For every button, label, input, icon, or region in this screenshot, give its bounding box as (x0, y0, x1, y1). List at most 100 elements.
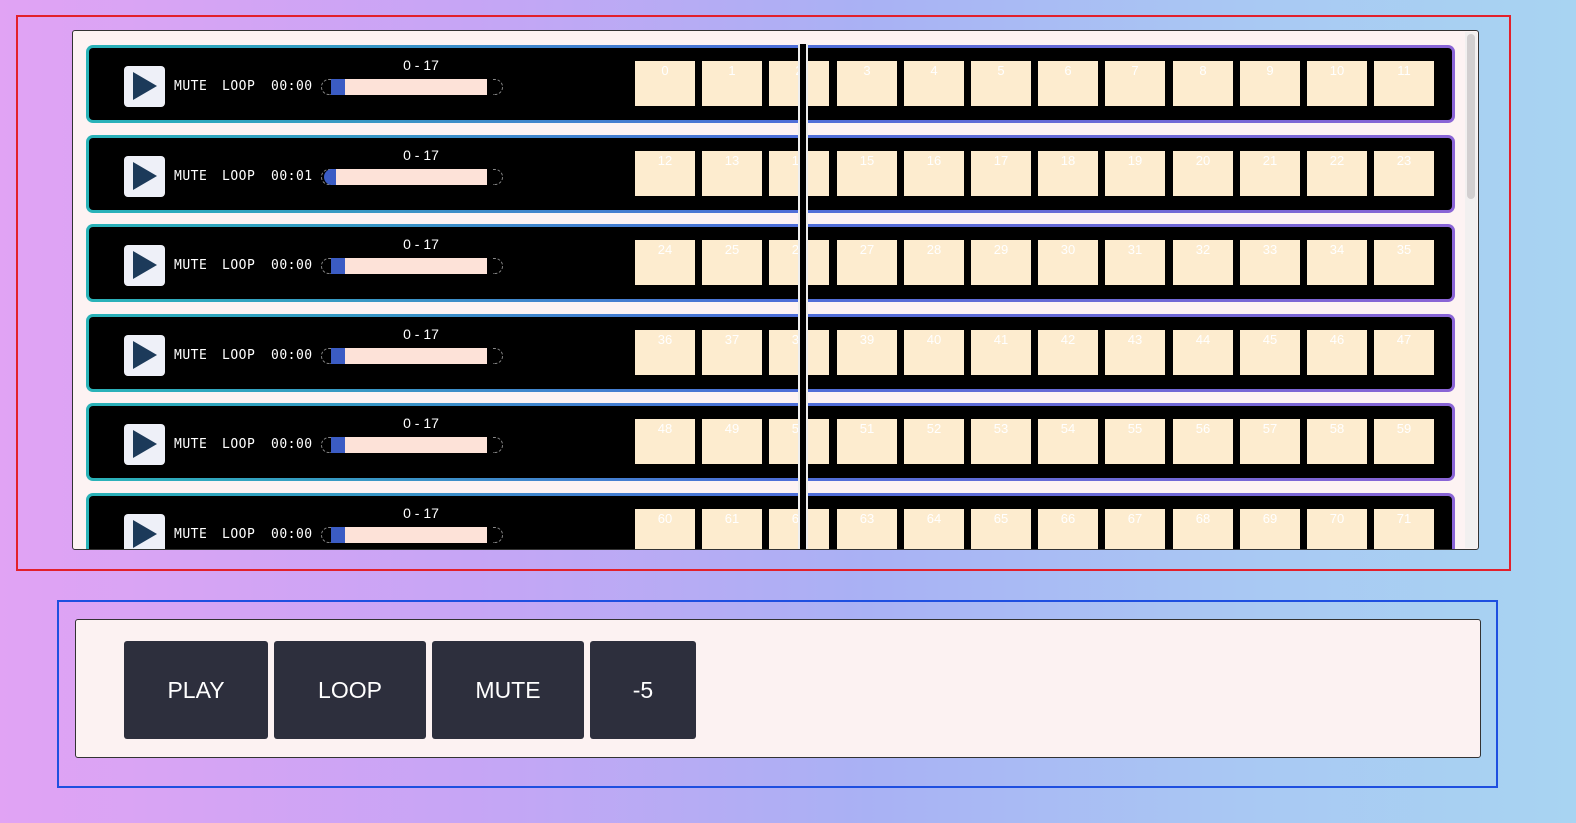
loop-all-button[interactable]: LOOP (274, 641, 426, 739)
sample-pad[interactable]: 42 (1038, 330, 1098, 375)
sample-pad[interactable]: 60 (635, 509, 695, 549)
sample-pad[interactable]: 9 (1240, 61, 1300, 106)
sample-pad[interactable]: 8 (1173, 61, 1233, 106)
track-mute-toggle[interactable]: MUTE (174, 169, 207, 184)
track-play-button[interactable] (124, 245, 165, 286)
sample-pad[interactable]: 44 (1173, 330, 1233, 375)
sample-pad[interactable]: 22 (1307, 151, 1367, 196)
sample-pad[interactable]: 3 (837, 61, 897, 106)
sample-pad[interactable]: 6 (1038, 61, 1098, 106)
pad-number-label: 52 (926, 421, 942, 436)
sample-pad[interactable]: 43 (1105, 330, 1165, 375)
offset-button[interactable]: -5 (590, 641, 696, 739)
sample-pad[interactable]: 66 (1038, 509, 1098, 549)
track-play-button[interactable] (124, 424, 165, 465)
track-progress-slider[interactable] (321, 347, 503, 367)
sample-pad[interactable]: 52 (904, 419, 964, 464)
sample-pad[interactable]: 70 (1307, 509, 1367, 549)
track-loop-toggle[interactable]: LOOP (222, 527, 255, 542)
sample-pad[interactable]: 27 (837, 240, 897, 285)
sample-pad[interactable]: 4 (904, 61, 964, 106)
track-loop-toggle[interactable]: LOOP (222, 169, 255, 184)
sample-pad[interactable]: 23 (1374, 151, 1434, 196)
sample-pad[interactable]: 56 (1173, 419, 1233, 464)
track-loop-toggle[interactable]: LOOP (222, 258, 255, 273)
sample-pad[interactable]: 58 (1307, 419, 1367, 464)
sample-pad[interactable]: 40 (904, 330, 964, 375)
sample-pad[interactable]: 0 (635, 61, 695, 106)
sample-pad[interactable]: 13 (702, 151, 762, 196)
track-progress-slider[interactable] (321, 257, 503, 277)
sample-pad[interactable]: 34 (1307, 240, 1367, 285)
track-mute-toggle[interactable]: MUTE (174, 258, 207, 273)
sample-pad[interactable]: 59 (1374, 419, 1434, 464)
track-progress-slider[interactable] (321, 436, 503, 456)
track-progress-slider[interactable] (321, 78, 503, 98)
sample-pad[interactable]: 39 (837, 330, 897, 375)
sample-pad[interactable]: 63 (837, 509, 897, 549)
sample-pad[interactable]: 30 (1038, 240, 1098, 285)
sample-pad[interactable]: 69 (1240, 509, 1300, 549)
track-progress-slider[interactable] (321, 526, 503, 546)
sample-pad[interactable]: 53 (971, 419, 1031, 464)
sample-pad[interactable]: 5 (971, 61, 1031, 106)
sample-pad[interactable]: 54 (1038, 419, 1098, 464)
sample-pad[interactable]: 49 (702, 419, 762, 464)
sample-pad[interactable]: 15 (837, 151, 897, 196)
track-mute-toggle[interactable]: MUTE (174, 437, 207, 452)
scrollbar-thumb[interactable] (1467, 34, 1475, 199)
sample-pad[interactable]: 61 (702, 509, 762, 549)
sample-pad[interactable]: 11 (1374, 61, 1434, 106)
sample-pad[interactable]: 48 (635, 419, 695, 464)
sample-pad[interactable]: 17 (971, 151, 1031, 196)
sample-pad[interactable]: 35 (1374, 240, 1434, 285)
sample-pad[interactable]: 68 (1173, 509, 1233, 549)
sample-pad[interactable]: 1 (702, 61, 762, 106)
sample-pad[interactable]: 18 (1038, 151, 1098, 196)
sample-pad[interactable]: 46 (1307, 330, 1367, 375)
playhead-marker[interactable] (798, 44, 808, 549)
sample-pad[interactable]: 71 (1374, 509, 1434, 549)
sample-pad[interactable]: 21 (1240, 151, 1300, 196)
sample-pad[interactable]: 31 (1105, 240, 1165, 285)
sample-pad[interactable]: 57 (1240, 419, 1300, 464)
sample-pad[interactable]: 7 (1105, 61, 1165, 106)
play-all-button[interactable]: PLAY (124, 641, 268, 739)
track-loop-toggle[interactable]: LOOP (222, 79, 255, 94)
sample-pad[interactable]: 24 (635, 240, 695, 285)
track-play-button[interactable] (124, 335, 165, 376)
sample-pad[interactable]: 33 (1240, 240, 1300, 285)
sample-pad[interactable]: 47 (1374, 330, 1434, 375)
sample-pad[interactable]: 32 (1173, 240, 1233, 285)
sample-pad[interactable]: 51 (837, 419, 897, 464)
track-loop-toggle[interactable]: LOOP (222, 348, 255, 363)
mute-all-button[interactable]: MUTE (432, 641, 584, 739)
track-play-button[interactable] (124, 66, 165, 107)
sample-pad[interactable]: 25 (702, 240, 762, 285)
track-mute-toggle[interactable]: MUTE (174, 79, 207, 94)
sample-pad[interactable]: 36 (635, 330, 695, 375)
track-mute-toggle[interactable]: MUTE (174, 527, 207, 542)
sample-pad[interactable]: 41 (971, 330, 1031, 375)
sample-pad[interactable]: 65 (971, 509, 1031, 549)
sample-pad[interactable]: 29 (971, 240, 1031, 285)
track-mute-toggle[interactable]: MUTE (174, 348, 207, 363)
sample-pad[interactable]: 12 (635, 151, 695, 196)
track-list-scrollbar[interactable] (1465, 32, 1477, 548)
sample-pad[interactable]: 37 (702, 330, 762, 375)
sample-pad[interactable]: 67 (1105, 509, 1165, 549)
sample-pad[interactable]: 19 (1105, 151, 1165, 196)
sample-pad[interactable]: 20 (1173, 151, 1233, 196)
track-play-button[interactable] (124, 156, 165, 197)
track-row: MUTELOOP00:000 - 17606162636465666768697… (86, 493, 1455, 549)
sample-pad[interactable]: 28 (904, 240, 964, 285)
sample-pad[interactable]: 10 (1307, 61, 1367, 106)
track-progress-slider[interactable] (321, 168, 503, 188)
track-list-panel[interactable]: MUTELOOP00:000 - 1701234567891011MUTELOO… (72, 30, 1479, 550)
sample-pad[interactable]: 16 (904, 151, 964, 196)
sample-pad[interactable]: 45 (1240, 330, 1300, 375)
track-loop-toggle[interactable]: LOOP (222, 437, 255, 452)
sample-pad[interactable]: 55 (1105, 419, 1165, 464)
track-play-button[interactable] (124, 514, 165, 549)
sample-pad[interactable]: 64 (904, 509, 964, 549)
